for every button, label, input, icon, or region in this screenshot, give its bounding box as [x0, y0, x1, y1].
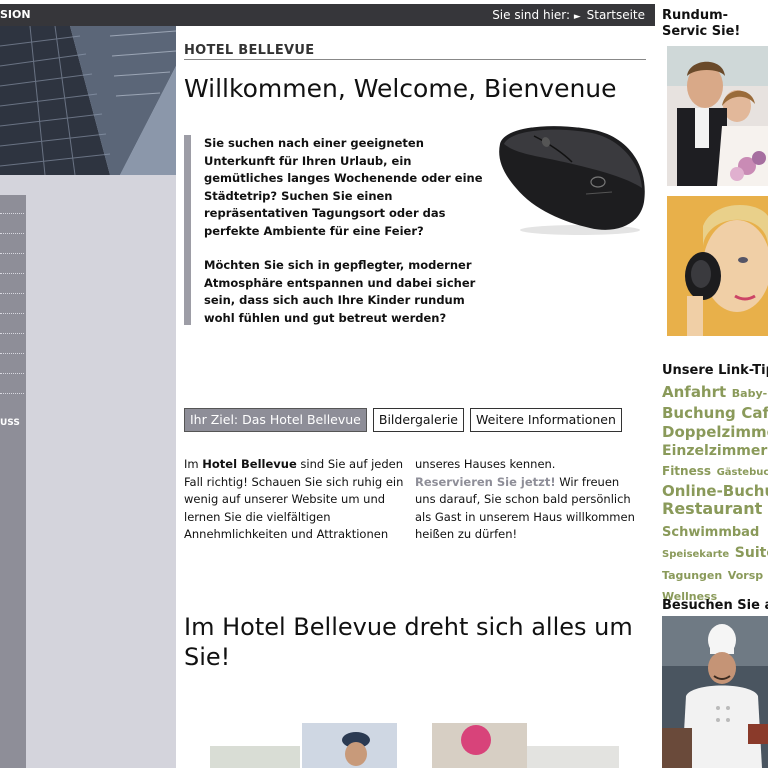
tag-cloud: Anfahrt Baby-S Buchung Café Doppelzimme …: [662, 382, 768, 606]
tag-row: Fitness Gästebuch: [662, 460, 768, 482]
col2-text-start: unseres Hauses kennen.: [415, 457, 556, 471]
visit-us-title: Besuchen Sie a: [662, 598, 768, 613]
nav-separator: [0, 393, 24, 394]
tag-link[interactable]: Suite: [735, 545, 768, 561]
reserve-now-link[interactable]: Reservieren Sie jetzt!: [415, 475, 556, 489]
computer-mouse-image: [499, 126, 645, 235]
link-tips-title: Unsere Link-Tip: [662, 363, 768, 378]
tag-link[interactable]: Online-Buchu: [662, 482, 768, 500]
slogan-heading: Im Hotel Bellevue dreht sich alles um Si…: [184, 613, 633, 671]
top-navigation-bar: SION Sie sind hier: ► Startseite: [0, 4, 655, 26]
tag-link[interactable]: Speisekarte: [662, 549, 729, 560]
left-panel-background: [0, 175, 176, 768]
brand-text: SION: [0, 8, 31, 21]
service-title-text: Rundum-Servic Sie!: [662, 8, 741, 39]
nav-separator: [0, 253, 24, 254]
nav-separator: [0, 293, 24, 294]
tag-link[interactable]: Tagungen: [662, 569, 722, 582]
tag-link[interactable]: Doppelzimme: [662, 423, 768, 441]
tab-bildergalerie[interactable]: Bildergalerie: [372, 408, 465, 432]
tag-link[interactable]: Fitness: [662, 464, 711, 478]
nav-separator: [0, 313, 24, 314]
breadcrumb-home-link[interactable]: Startseite: [587, 8, 645, 22]
breadcrumb-prefix: Sie sind hier:: [492, 8, 571, 22]
building-photo: [0, 26, 176, 175]
tag-link[interactable]: Vorsp: [728, 569, 763, 582]
tag-link[interactable]: Restaurant: [662, 499, 762, 518]
tab-weitere-informationen[interactable]: Weitere Informationen: [470, 408, 622, 432]
tag-link[interactable]: Baby-S: [732, 387, 768, 400]
text-column-1: Im Hotel Bellevue sind Sie auf jeden Fal…: [184, 456, 409, 544]
breadcrumb-arrow-icon: ►: [573, 12, 581, 22]
intro-paragraph-2: Möchten Sie sich in gepflegter, moderner…: [204, 258, 476, 325]
wedding-photo: [667, 46, 768, 186]
col1-text-start: Im: [184, 457, 203, 471]
welcome-heading: Willkommen, Welcome, Bienvenue: [184, 74, 617, 103]
chef-photo: [662, 616, 768, 768]
breadcrumb: Sie sind hier: ► Startseite: [492, 4, 645, 26]
text-column-2: unseres Hauses kennen. Reservieren Sie j…: [415, 456, 640, 544]
tag-row: Speisekarte Suite: [662, 542, 768, 564]
service-title: Rundum-Servic Sie!: [662, 8, 768, 40]
nav-separator: [0, 353, 24, 354]
tag-row: Online-Buchu: [662, 482, 768, 500]
tag-link[interactable]: Café: [741, 404, 768, 422]
left-nav-item-label[interactable]: USS: [0, 418, 20, 428]
tag-row: Schwimmbad: [662, 521, 768, 542]
nav-separator: [0, 273, 24, 274]
tag-link[interactable]: Schwimmbad: [662, 525, 759, 540]
nav-separator: [0, 233, 24, 234]
intro-paragraph-1: Sie suchen nach einer geeigneten Unterku…: [204, 136, 483, 238]
intro-block: Sie suchen nach einer geeigneten Unterku…: [184, 135, 494, 325]
left-navigation: [0, 195, 26, 768]
tag-row: Tagungen Vorsp: [662, 564, 768, 585]
tag-row: Buchung Café: [662, 403, 768, 423]
content-tabs: Ihr Ziel: Das Hotel Bellevue Bildergaler…: [184, 408, 622, 432]
tag-row: Anfahrt Baby-S: [662, 382, 768, 403]
tab-hotel-bellevue[interactable]: Ihr Ziel: Das Hotel Bellevue: [184, 408, 367, 432]
tag-row: Einzelzimmer: [662, 441, 768, 460]
tag-link[interactable]: Anfahrt: [662, 383, 726, 401]
woman-with-mirror-photo: [667, 196, 768, 336]
nav-separator: [0, 333, 24, 334]
nav-separator: [0, 213, 24, 214]
tag-link[interactable]: Gästebuch: [717, 467, 768, 478]
tag-link[interactable]: Einzelzimmer: [662, 443, 767, 459]
heading-divider: [184, 59, 646, 60]
hotel-name-heading: HOTEL BELLEVUE: [184, 43, 315, 58]
tag-row: Restaurant S: [662, 500, 768, 521]
tag-row: Doppelzimme: [662, 423, 768, 441]
guest-photo-strip: [210, 723, 619, 768]
nav-separator: [0, 373, 24, 374]
tag-link[interactable]: Buchung: [662, 404, 736, 422]
col1-hotel-name: Hotel Bellevue: [202, 457, 297, 471]
